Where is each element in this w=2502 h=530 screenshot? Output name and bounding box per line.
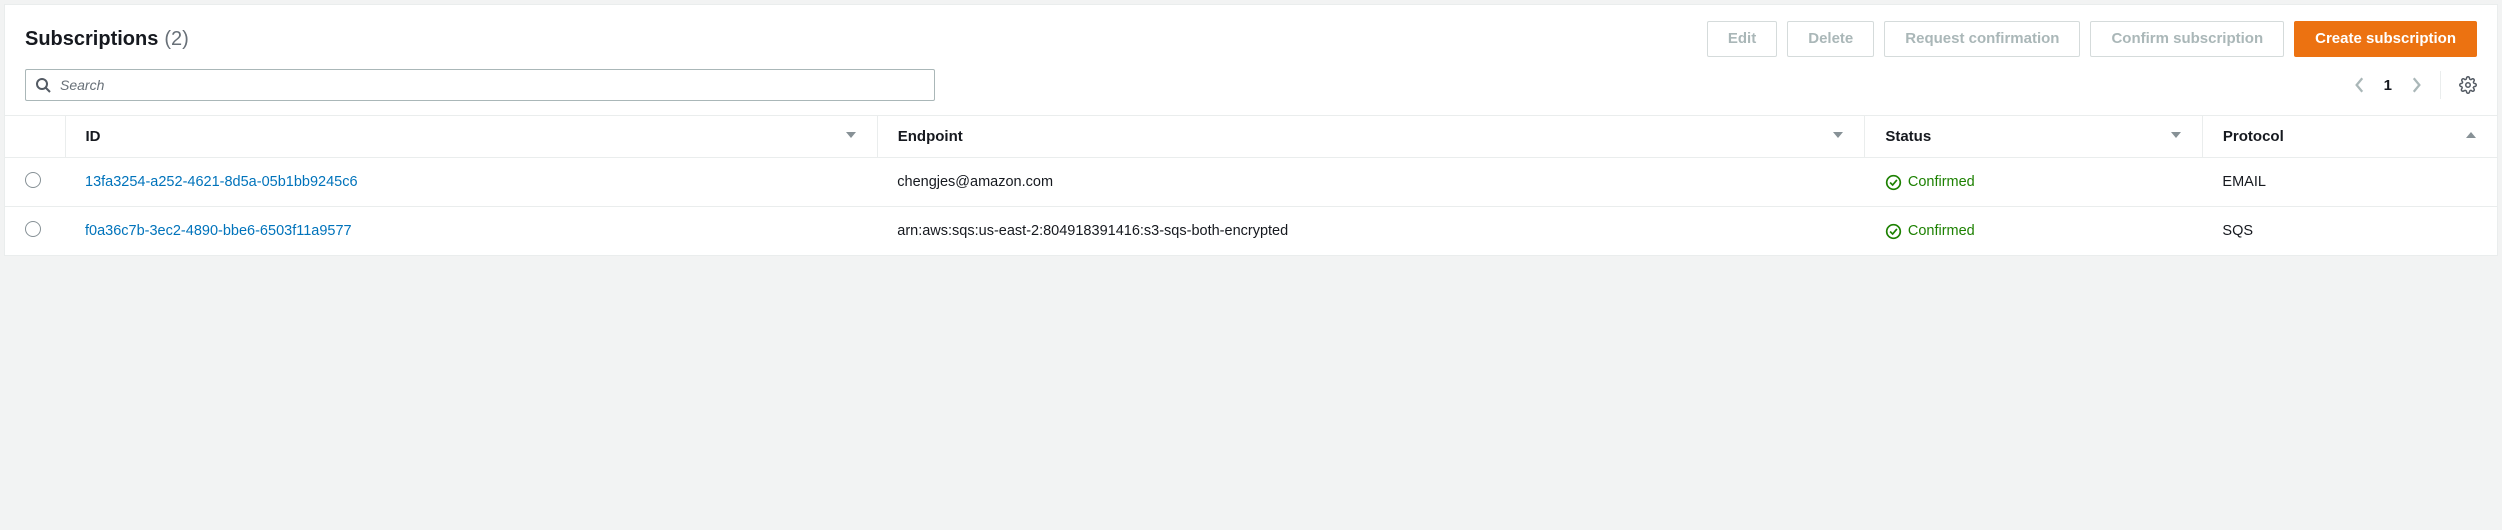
subscriptions-table: ID Endpoint Status <box>5 115 2497 255</box>
endpoint-cell: arn:aws:sqs:us-east-2:804918391416:s3-sq… <box>877 207 1865 256</box>
column-id[interactable]: ID <box>65 116 877 158</box>
subscriptions-panel: Subscriptions (2) Edit Delete Request co… <box>4 4 2498 256</box>
request-confirmation-button[interactable]: Request confirmation <box>1884 21 2080 57</box>
edit-button[interactable]: Edit <box>1707 21 1777 57</box>
page-number: 1 <box>2384 77 2392 94</box>
sort-active-icon <box>2465 128 2477 145</box>
tools-row: 1 <box>5 69 2497 115</box>
column-id-label: ID <box>86 128 101 145</box>
column-protocol-label: Protocol <box>2223 128 2284 145</box>
table-row: 13fa3254-a252-4621-8d5a-05b1bb9245c6 che… <box>5 158 2497 207</box>
panel-count: (2) <box>164 28 188 51</box>
row-radio[interactable] <box>25 172 41 188</box>
status-badge: Confirmed <box>1885 223 2183 240</box>
sort-icon <box>1832 128 1844 145</box>
table-row: f0a36c7b-3ec2-4890-bbe6-6503f11a9577 arn… <box>5 207 2497 256</box>
status-text: Confirmed <box>1908 174 1975 190</box>
panel-header: Subscriptions (2) Edit Delete Request co… <box>5 5 2497 69</box>
delete-button[interactable]: Delete <box>1787 21 1874 57</box>
create-subscription-button[interactable]: Create subscription <box>2294 21 2477 57</box>
check-circle-icon <box>1885 223 1902 240</box>
row-radio[interactable] <box>25 221 41 237</box>
panel-title: Subscriptions <box>25 28 158 51</box>
subscription-id-link[interactable]: f0a36c7b-3ec2-4890-bbe6-6503f11a9577 <box>85 223 352 239</box>
protocol-cell: SQS <box>2202 207 2497 256</box>
column-status-label: Status <box>1885 128 1931 145</box>
table-header-row: ID Endpoint Status <box>5 116 2497 158</box>
search-icon <box>35 77 51 93</box>
endpoint-cell: chengjes@amazon.com <box>877 158 1865 207</box>
subscription-id-link[interactable]: 13fa3254-a252-4621-8d5a-05b1bb9245c6 <box>85 174 358 190</box>
status-badge: Confirmed <box>1885 174 2183 191</box>
gear-icon <box>2459 76 2477 94</box>
column-status[interactable]: Status <box>1865 116 2203 158</box>
action-bar: Edit Delete Request confirmation Confirm… <box>1707 21 2477 57</box>
divider <box>2440 71 2441 99</box>
protocol-cell: EMAIL <box>2202 158 2497 207</box>
column-select <box>5 116 65 158</box>
column-protocol[interactable]: Protocol <box>2202 116 2497 158</box>
prev-page-button[interactable] <box>2354 76 2366 94</box>
chevron-right-icon <box>2410 76 2422 94</box>
sort-icon <box>2170 128 2182 145</box>
title-group: Subscriptions (2) <box>25 28 189 51</box>
sort-icon <box>845 128 857 145</box>
search-wrapper <box>25 69 935 101</box>
next-page-button[interactable] <box>2410 76 2422 94</box>
search-input[interactable] <box>25 69 935 101</box>
status-text: Confirmed <box>1908 223 1975 239</box>
paginator: 1 <box>2354 71 2477 99</box>
column-endpoint[interactable]: Endpoint <box>877 116 1865 158</box>
settings-button[interactable] <box>2459 76 2477 94</box>
confirm-subscription-button[interactable]: Confirm subscription <box>2090 21 2284 57</box>
column-endpoint-label: Endpoint <box>898 128 963 145</box>
check-circle-icon <box>1885 174 1902 191</box>
chevron-left-icon <box>2354 76 2366 94</box>
